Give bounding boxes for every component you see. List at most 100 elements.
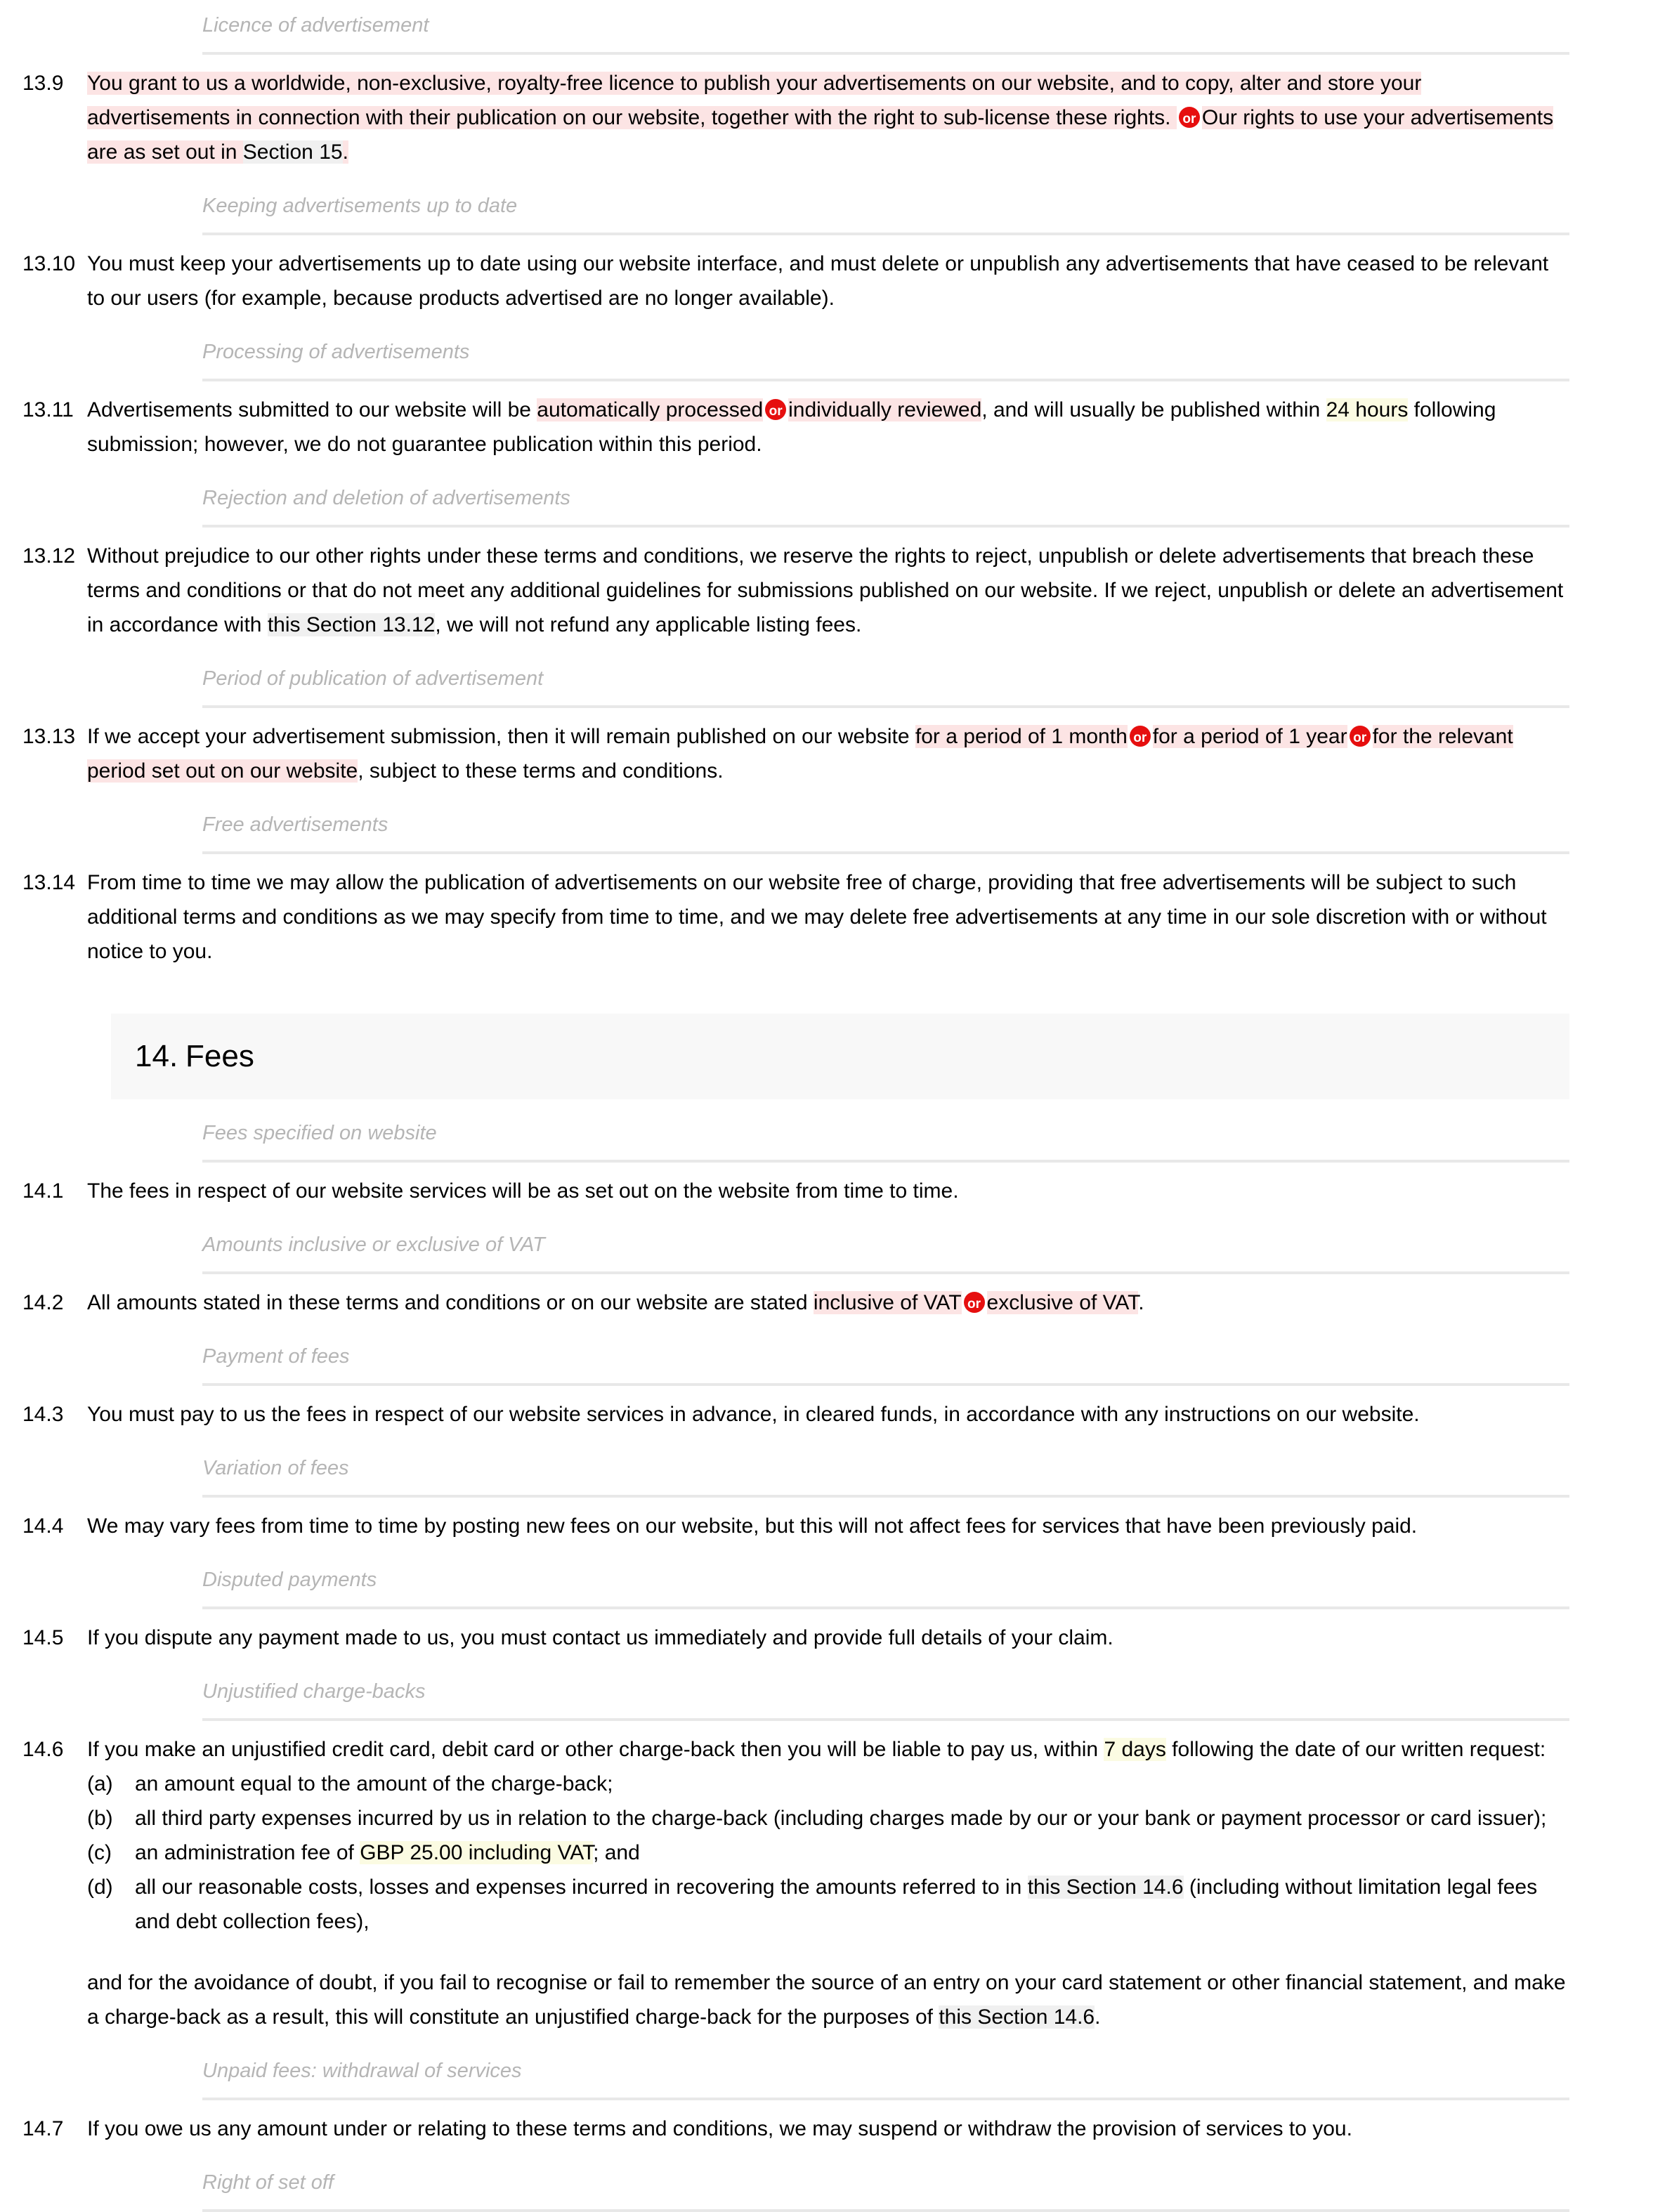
clause-14-1: 14.1 The fees in respect of our website … — [0, 1163, 1672, 1219]
list-item-label: (b) — [87, 1807, 113, 1830]
option-text: individually reviewed — [788, 398, 982, 421]
clause-13-12: 13.12 Without prejudice to our other rig… — [0, 528, 1672, 653]
plain-text: and for the avoidance of doubt, if you f… — [87, 1971, 1566, 2029]
list-item: (a) an amount equal to the amount of the… — [87, 1767, 1569, 1801]
variable-value: 24 hours — [1326, 398, 1409, 421]
plain-text: an administration fee of — [135, 1841, 360, 1864]
clause-number: 13.11 — [22, 398, 74, 421]
list-item-label: (a) — [87, 1772, 113, 1795]
clause-14-4: 14.4 We may vary fees from time to time … — [0, 1498, 1672, 1555]
subheading-period-of-publication-of-advertisement: Period of publication of advertisement — [202, 667, 544, 690]
section-number: 14. — [135, 1039, 178, 1073]
cross-reference: Section 15 — [242, 140, 343, 164]
list-item-text: an amount equal to the amount of the cha… — [135, 1772, 613, 1795]
plain-text: . — [1138, 1291, 1144, 1314]
clause-14-6: 14.6 If you make an unjustified credit c… — [0, 1721, 1672, 2046]
subheading-processing-of-advertisements: Processing of advertisements — [202, 341, 470, 363]
clause-number: 13.14 — [22, 871, 76, 894]
subheading-payment-of-fees: Payment of fees — [202, 1345, 350, 1368]
list-item-label: (c) — [87, 1841, 112, 1864]
clause-13-10: 13.10 You must keep your advertisements … — [0, 235, 1672, 327]
variable-value: GBP 25.00 including VAT — [360, 1841, 594, 1864]
lettered-sublist: (a) an amount equal to the amount of the… — [87, 1767, 1569, 1939]
clause-text: You must pay to us the fees in respect o… — [87, 1403, 1420, 1426]
subheading-variation-of-fees: Variation of fees — [202, 1457, 349, 1479]
clause-number: 13.10 — [22, 252, 76, 275]
subheading-free-advertisements: Free advertisements — [202, 813, 388, 836]
clause-13-13: 13.13 If we accept your advertisement su… — [0, 708, 1672, 799]
plain-text: , subject to these terms and conditions. — [358, 759, 724, 783]
subheading-rejection-and-deletion-of-advertisements: Rejection and deletion of advertisements — [202, 487, 570, 509]
clause-tail-paragraph: and for the avoidance of doubt, if you f… — [87, 1939, 1569, 2034]
plain-text: Advertisements submitted to our website … — [87, 398, 537, 421]
document-page: Licence of advertisement 13.9 You grant … — [0, 0, 1672, 2212]
list-item: (d) all our reasonable costs, losses and… — [87, 1870, 1569, 1939]
clause-number: 13.13 — [22, 725, 76, 748]
plain-text: . — [1095, 2005, 1101, 2029]
subheading-disputed-payments: Disputed payments — [202, 1569, 377, 1591]
clause-text: Without prejudice to our other rights un… — [87, 539, 1672, 642]
clause-text: If we accept your advertisement submissi… — [87, 719, 1672, 788]
clause-text: If you owe us any amount under or relati… — [87, 2117, 1352, 2140]
cross-reference: this Section 13.12 — [267, 613, 436, 636]
plain-text: If you make an unjustified credit card, … — [87, 1738, 1104, 1761]
clause-13-9: 13.9 You grant to us a worldwide, non-ex… — [0, 55, 1672, 181]
list-item: (c) an administration fee of GBP 25.00 i… — [87, 1835, 1569, 1870]
clause-text: If you make an unjustified credit card, … — [87, 1732, 1672, 2034]
cross-reference: this Section 14.6 — [1027, 1876, 1184, 1899]
clause-text: You grant to us a worldwide, non-exclusi… — [87, 66, 1672, 169]
plain-text: All amounts stated in these terms and co… — [87, 1291, 814, 1314]
or-badge: or — [1349, 726, 1371, 747]
clause-number: 14.2 — [22, 1291, 64, 1314]
plain-text: all our reasonable costs, losses and exp… — [135, 1876, 1028, 1899]
section-title-line: 14. Fees — [135, 1038, 1569, 1075]
clause-14-5: 14.5 If you dispute any payment made to … — [0, 1609, 1672, 1666]
option-text: . — [342, 140, 348, 164]
subheading-unjustified-charge-backs: Unjustified charge-backs — [202, 1680, 426, 1703]
option-text: inclusive of VAT — [813, 1291, 962, 1314]
clause-number: 13.12 — [22, 544, 76, 568]
list-item-text: all third party expenses incurred by us … — [135, 1807, 1547, 1830]
clause-text: You must keep your advertisements up to … — [87, 252, 1549, 310]
list-item-text: all our reasonable costs, losses and exp… — [135, 1870, 1569, 1939]
clause-13-11: 13.11 Advertisements submitted to our we… — [0, 381, 1672, 473]
subheading-amounts-inclusive-or-exclusive-of-vat: Amounts inclusive or exclusive of VAT — [202, 1233, 545, 1256]
clause-number: 14.7 — [22, 2117, 64, 2140]
or-badge: or — [963, 1292, 985, 1313]
subheading-unpaid-fees-withdrawal-of-services: Unpaid fees: withdrawal of services — [202, 2060, 522, 2082]
clause-13-14: 13.14 From time to time we may allow the… — [0, 854, 1672, 980]
cross-reference: this Section 14.6 — [939, 2005, 1095, 2029]
plain-text: If we accept your advertisement submissi… — [87, 725, 915, 748]
option-text: for a period of 1 year — [1152, 725, 1347, 748]
plain-text: , we will not refund any applicable list… — [435, 613, 862, 636]
section-heading-fees: 14. Fees — [111, 1014, 1569, 1099]
list-item-label: (d) — [87, 1876, 113, 1899]
subheading-fees-specified-on-website: Fees specified on website — [202, 1122, 437, 1144]
plain-text: , and will usually be published within — [981, 398, 1326, 421]
or-badge: or — [1129, 726, 1151, 747]
or-badge: or — [765, 399, 787, 420]
clause-14-2: 14.2 All amounts stated in these terms a… — [0, 1274, 1672, 1331]
option-text: automatically processed — [537, 398, 764, 421]
clause-text: We may vary fees from time to time by po… — [87, 1514, 1418, 1538]
clause-number: 14.4 — [22, 1514, 64, 1538]
option-text: exclusive of VAT — [986, 1291, 1139, 1314]
clause-14-7: 14.7 If you owe us any amount under or r… — [0, 2100, 1672, 2157]
clause-text: From time to time we may allow the publi… — [87, 871, 1547, 963]
clause-14-3: 14.3 You must pay to us the fees in resp… — [0, 1386, 1672, 1443]
clause-number: 14.6 — [22, 1738, 64, 1761]
clause-number: 13.9 — [22, 72, 64, 95]
clause-text: If you dispute any payment made to us, y… — [87, 1626, 1113, 1649]
subheading-keeping-advertisements-up-to-date: Keeping advertisements up to date — [202, 195, 518, 217]
subheading-right-of-set-off: Right of set off — [202, 2171, 334, 2194]
or-badge: or — [1178, 107, 1200, 128]
clause-number: 14.1 — [22, 1179, 64, 1203]
section-title: Fees — [185, 1039, 254, 1073]
clause-number: 14.3 — [22, 1403, 64, 1426]
option-text: for a period of 1 month — [915, 725, 1128, 748]
list-item: (b) all third party expenses incurred by… — [87, 1801, 1569, 1835]
list-item-text: an administration fee of GBP 25.00 inclu… — [135, 1835, 1569, 1870]
clause-text: The fees in respect of our website servi… — [87, 1179, 959, 1203]
clause-number: 14.5 — [22, 1626, 64, 1649]
variable-value: 7 days — [1104, 1738, 1166, 1761]
